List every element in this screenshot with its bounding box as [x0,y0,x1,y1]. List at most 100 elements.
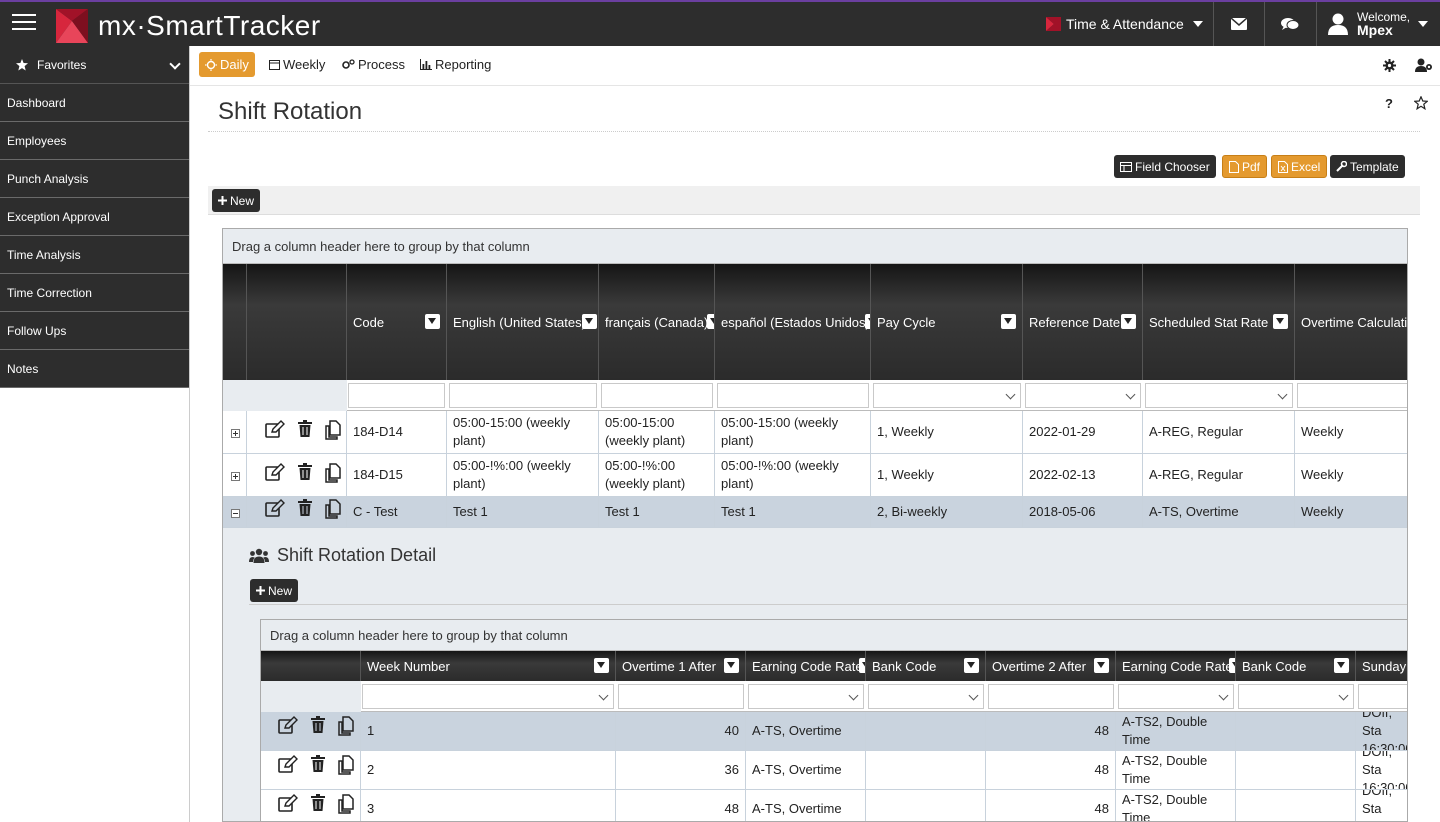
column-filter-icon[interactable] [724,658,739,673]
column-filter-icon[interactable] [1334,658,1349,673]
column-header-overtime-2-after[interactable]: Overtime 2 After [986,651,1116,681]
edit-icon[interactable] [265,463,285,481]
expand-plus-icon[interactable] [231,472,240,481]
sidebar-item-notes[interactable]: Notes [0,350,189,388]
column-header-sunday[interactable]: Sunday [1356,651,1407,681]
column-filter-icon[interactable] [964,658,979,673]
sidebar-item-follow-ups[interactable]: Follow Ups [0,312,189,350]
table-row-selected[interactable]: C - Test Test 1 Test 1 Test 1 2, Bi-week… [223,497,1407,528]
filter-week-number-select[interactable] [362,684,614,709]
trash-icon[interactable] [298,420,312,437]
filter-pay-cycle-select[interactable] [873,383,1021,408]
column-filter-icon[interactable] [859,658,865,673]
favorites-toggle[interactable]: Favorites [0,46,189,84]
tab-reporting[interactable]: Reporting [414,52,497,77]
filter-overtime-1-input[interactable] [618,684,744,709]
chat-button[interactable] [1264,2,1315,46]
filter-spanish-input[interactable] [717,383,869,408]
filter-bank-code-1-select[interactable] [868,684,984,709]
filter-overtime-2-input[interactable] [988,684,1114,709]
edit-icon[interactable] [278,716,298,734]
tab-weekly[interactable]: Weekly [263,52,331,77]
column-header-french[interactable]: français (Canada) [599,264,715,380]
column-filter-icon[interactable] [425,314,440,329]
trash-icon[interactable] [311,716,325,733]
template-button[interactable]: Template [1330,155,1405,178]
sidebar-item-time-analysis[interactable]: Time Analysis [0,236,189,274]
column-filter-icon[interactable] [1229,658,1235,673]
column-header-bank-code-1[interactable]: Bank Code [866,651,986,681]
edit-icon[interactable] [265,499,285,517]
filter-english-input[interactable] [449,383,597,408]
trash-icon[interactable] [298,499,312,516]
help-icon[interactable]: ? [1385,96,1393,111]
detail-group-by-panel[interactable]: Drag a column header here to group by th… [261,620,1407,651]
copy-icon[interactable] [338,755,356,775]
user-settings-icon[interactable] [1415,58,1433,72]
pdf-export-button[interactable]: Pdf [1222,155,1268,178]
tab-daily[interactable]: Daily [199,52,255,77]
filter-french-input[interactable] [601,383,713,408]
filter-overtime-calc-input[interactable] [1297,383,1407,408]
filter-code-input[interactable] [348,383,445,408]
column-header-overtime-calculation[interactable]: Overtime Calculatio [1295,264,1407,380]
column-filter-icon[interactable] [582,314,597,329]
column-filter-icon[interactable] [1001,314,1016,329]
module-selector[interactable]: Time & Attendance [1046,2,1214,46]
column-header-code[interactable]: Code [347,264,447,380]
sidebar-item-employees[interactable]: Employees [0,122,189,160]
hamburger-menu-icon[interactable] [12,14,36,32]
trash-icon[interactable] [311,755,325,772]
filter-earning-code-2-select[interactable] [1118,684,1234,709]
settings-gear-icon[interactable] [1383,59,1396,72]
edit-icon[interactable] [265,420,285,438]
table-row[interactable]: 184-D15 05:00-!%:00 (weekly plant) 05:00… [223,454,1407,497]
column-filter-icon[interactable] [1121,314,1136,329]
copy-icon[interactable] [325,499,343,519]
column-header-overtime-1-after[interactable]: Overtime 1 After [616,651,746,681]
column-header-reference-date[interactable]: Reference Date [1023,264,1143,380]
column-header-english[interactable]: English (United States) [447,264,599,380]
collapse-minus-icon[interactable] [231,509,240,518]
edit-icon[interactable] [278,794,298,812]
column-filter-icon[interactable] [594,658,609,673]
sidebar-item-punch-analysis[interactable]: Punch Analysis [0,160,189,198]
group-by-panel[interactable]: Drag a column header here to group by th… [223,229,1407,264]
filter-bank-code-2-select[interactable] [1238,684,1354,709]
trash-icon[interactable] [311,794,325,811]
edit-icon[interactable] [278,755,298,773]
copy-icon[interactable] [325,420,343,440]
favorite-star-icon[interactable] [1414,96,1428,110]
column-header-spanish[interactable]: español (Estados Unidos) [715,264,871,380]
column-header-earning-code-rate-1[interactable]: Earning Code Rate [746,651,866,681]
expand-plus-icon[interactable] [231,429,240,438]
detail-table-row[interactable]: 2 36 A-TS, Overtime 48 A-TS2, Double Tim… [261,751,1407,790]
column-filter-icon[interactable] [1094,658,1109,673]
excel-export-button[interactable]: Excel [1271,155,1328,178]
copy-icon[interactable] [338,716,356,736]
filter-earning-code-1-select[interactable] [748,684,864,709]
field-chooser-button[interactable]: Field Chooser [1114,155,1216,178]
trash-icon[interactable] [298,463,312,480]
tab-process[interactable]: Process [336,52,411,77]
sidebar-item-exception-approval[interactable]: Exception Approval [0,198,189,236]
filter-stat-rate-select[interactable] [1145,383,1293,408]
table-row[interactable]: 184-D14 05:00-15:00 (weekly plant) 05:00… [223,411,1407,454]
column-header-earning-code-rate-2[interactable]: Earning Code Rate [1116,651,1236,681]
user-menu[interactable]: Welcome, Mpex [1316,2,1440,46]
column-header-week-number[interactable]: Week Number [361,651,616,681]
column-filter-icon[interactable] [707,314,714,329]
detail-table-row-selected[interactable]: 1 40 A-TS, Overtime 48 A-TS2, Double Tim… [261,712,1407,751]
column-filter-icon[interactable] [1273,314,1288,329]
copy-icon[interactable] [338,794,356,814]
detail-new-button[interactable]: New [250,579,299,602]
column-header-scheduled-stat-rate[interactable]: Scheduled Stat Rate [1143,264,1295,380]
sidebar-item-dashboard[interactable]: Dashboard [0,84,189,122]
column-header-bank-code-2[interactable]: Bank Code [1236,651,1356,681]
detail-table-row[interactable]: 3 48 A-TS, Overtime 48 A-TS2, Double Tim… [261,790,1407,821]
messages-button[interactable] [1213,2,1264,46]
app-logo[interactable]: mx·SmartTracker [56,8,321,44]
column-header-pay-cycle[interactable]: Pay Cycle [871,264,1023,380]
new-button[interactable]: New [212,189,261,212]
sidebar-item-time-correction[interactable]: Time Correction [0,274,189,312]
